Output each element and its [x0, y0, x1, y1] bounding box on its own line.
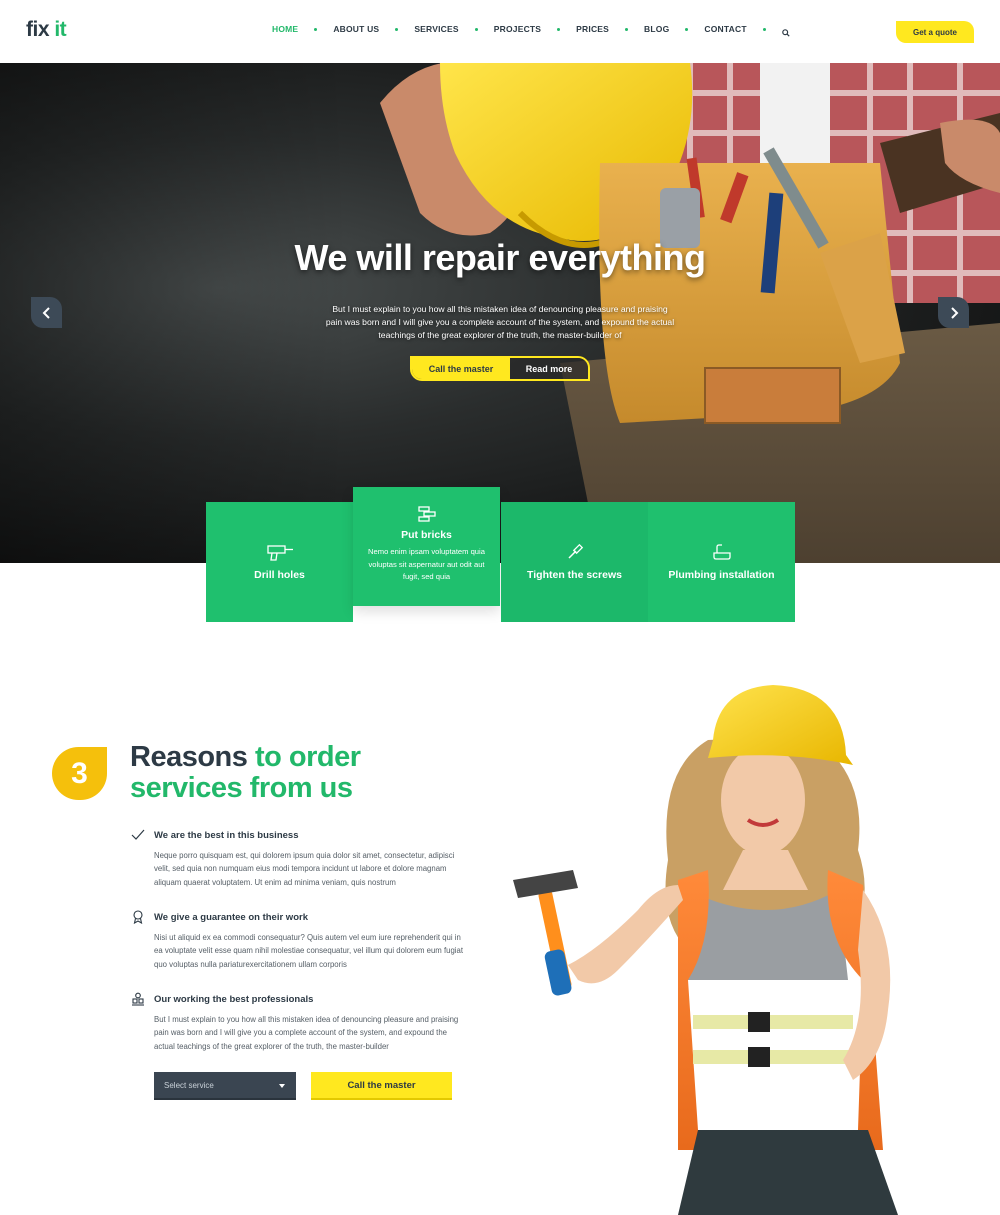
main-nav: HOME ABOUT US SERVICES PROJECTS PRICES B…	[272, 24, 792, 37]
award-icon	[130, 909, 146, 925]
nav-contact[interactable]: CONTACT	[704, 24, 746, 34]
nav-projects[interactable]: PROJECTS	[494, 24, 541, 34]
reasons-number-badge: 3	[52, 747, 107, 800]
nav-about[interactable]: ABOUT US	[333, 24, 379, 34]
read-more-button[interactable]: Read more	[510, 358, 588, 379]
nav-separator	[474, 27, 478, 31]
drill-icon	[266, 545, 293, 561]
nav-separator	[557, 27, 561, 31]
service-title: Put bricks	[401, 529, 452, 541]
reasons-title: Reasons to order services from us	[130, 742, 361, 804]
service-card-plumbing[interactable]: Plumbing installation	[648, 502, 795, 622]
team-icon	[130, 991, 146, 1007]
bricks-icon	[417, 506, 436, 522]
reason-text: But I must explain to you how all this m…	[154, 1015, 459, 1051]
logo-accent: it	[54, 18, 67, 41]
nav-separator	[685, 27, 689, 31]
reasons-title-green-2: services from us	[130, 772, 353, 804]
service-title: Drill holes	[254, 569, 305, 581]
chevron-right-icon	[950, 306, 958, 319]
service-card-drill[interactable]: Drill holes	[206, 502, 353, 622]
caret-down-icon	[279, 1084, 285, 1088]
chevron-left-icon	[42, 306, 50, 319]
reason-text: Nisi ut aliquid ex ea commodi consequatu…	[154, 933, 464, 969]
plumbing-icon	[712, 544, 731, 560]
reasons-title-green: to order	[254, 741, 361, 773]
reason-title: We give a guarantee on their work	[154, 911, 308, 923]
nav-home[interactable]: HOME	[272, 24, 298, 34]
worker-photo	[513, 685, 898, 1215]
site-header: fix it HOME ABOUT US SERVICES PROJECTS P…	[0, 0, 1000, 63]
service-title: Plumbing installation	[668, 569, 775, 581]
hero-description: But I must explain to you how all this m…	[325, 304, 675, 340]
call-master-submit-button[interactable]: Call the master	[311, 1072, 452, 1100]
service-title: Tighten the screws	[527, 569, 622, 581]
nav-separator	[762, 27, 766, 31]
nav-services[interactable]: SERVICES	[414, 24, 458, 34]
reason-item: We are the best in this business Neque p…	[130, 827, 470, 889]
reasons-title-dark: Reasons	[130, 741, 255, 773]
slider-prev-button[interactable]	[31, 297, 62, 328]
search-icon[interactable]	[781, 24, 792, 37]
nav-prices[interactable]: PRICES	[576, 24, 609, 34]
reason-title: Our working the best professionals	[154, 993, 314, 1005]
logo-main: fix	[26, 18, 55, 41]
service-card-screws[interactable]: Tighten the screws	[501, 502, 648, 622]
logo[interactable]: fix it	[26, 18, 67, 42]
service-card-bricks[interactable]: Put bricks Nemo enim ipsam voluptatem qu…	[353, 487, 500, 606]
get-quote-button[interactable]: Get a quote	[896, 21, 974, 43]
screwdriver-icon	[567, 543, 583, 559]
reason-item: We give a guarantee on their work Nisi u…	[130, 909, 470, 971]
services-cards: Drill holes Put bricks Nemo enim ipsam v…	[206, 487, 795, 623]
checkmark-icon	[130, 827, 146, 843]
select-service-value: Select service	[164, 1080, 214, 1090]
nav-separator	[395, 27, 399, 31]
nav-separator	[314, 27, 318, 31]
hero-button-group: Call the master Read more	[410, 356, 590, 381]
hero-title: We will repair everything	[294, 237, 706, 278]
select-service-dropdown[interactable]: Select service	[154, 1072, 296, 1100]
reason-text: Neque porro quisquam est, qui dolorem ip…	[154, 851, 455, 887]
nav-separator	[625, 27, 629, 31]
service-description: Nemo enim ipsam voluptatem quia voluptas…	[368, 547, 485, 581]
reason-item: Our working the best professionals But I…	[130, 991, 470, 1053]
call-master-button[interactable]: Call the master	[412, 358, 510, 379]
nav-blog[interactable]: BLOG	[644, 24, 669, 34]
slider-next-button[interactable]	[938, 297, 969, 328]
reason-title: We are the best in this business	[154, 829, 299, 841]
